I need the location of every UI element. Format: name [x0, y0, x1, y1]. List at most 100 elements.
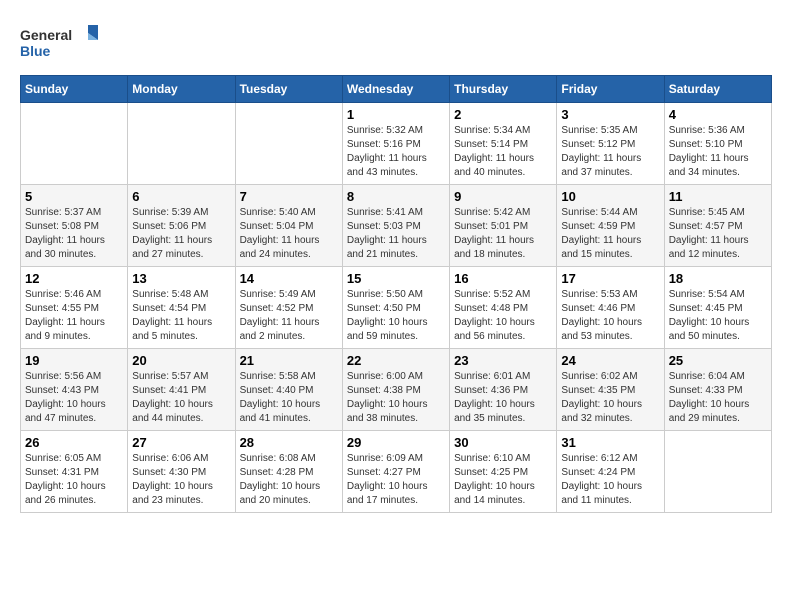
day-number: 4 [669, 107, 767, 122]
day-number: 23 [454, 353, 552, 368]
calendar-cell: 20Sunrise: 5:57 AM Sunset: 4:41 PM Dayli… [128, 349, 235, 431]
day-number: 14 [240, 271, 338, 286]
calendar-cell: 10 Sunrise: 5:44 AM Sunset: 4:59 PM Dayli… [557, 185, 664, 267]
day-number: 12 [25, 271, 123, 286]
svg-text:General: General [20, 27, 72, 43]
calendar-cell: 30Sunrise: 6:10 AM Sunset: 4:25 PM Dayli… [450, 431, 557, 513]
calendar-cell [21, 103, 128, 185]
calendar-cell: 29Sunrise: 6:09 AM Sunset: 4:27 PM Dayli… [342, 431, 449, 513]
day-info: Sunrise: 5:44 AM Sunset: 4:59 PM Dayligh… [561, 206, 659, 262]
day-info: Sunrise: 6:01 AM Sunset: 4:36 PM Dayligh… [454, 370, 552, 426]
day-info: Sunrise: 6:12 AM Sunset: 4:24 PM Dayligh… [561, 452, 659, 508]
calendar-cell: 6 Sunrise: 5:39 AM Sunset: 5:06 PM Daylig… [128, 185, 235, 267]
day-number: 6 [132, 189, 230, 204]
day-number: 25 [669, 353, 767, 368]
day-info: Sunrise: 5:53 AM Sunset: 4:46 PM Dayligh… [561, 288, 659, 344]
day-info: Sunrise: 5:50 AM Sunset: 4:50 PM Dayligh… [347, 288, 445, 344]
day-info: Sunrise: 5:42 AM Sunset: 5:01 PM Dayligh… [454, 206, 552, 262]
day-info: Sunrise: 6:04 AM Sunset: 4:33 PM Dayligh… [669, 370, 767, 426]
day-info: Sunrise: 5:46 AM Sunset: 4:55 PM Dayligh… [25, 288, 123, 344]
day-number: 26 [25, 435, 123, 450]
day-info: Sunrise: 5:39 AM Sunset: 5:06 PM Dayligh… [132, 206, 230, 262]
day-number: 2 [454, 107, 552, 122]
day-number: 7 [240, 189, 338, 204]
day-info: Sunrise: 6:00 AM Sunset: 4:38 PM Dayligh… [347, 370, 445, 426]
day-info: Sunrise: 5:48 AM Sunset: 4:54 PM Dayligh… [132, 288, 230, 344]
calendar-cell: 9 Sunrise: 5:42 AM Sunset: 5:01 PM Daylig… [450, 185, 557, 267]
calendar-cell: 3 Sunrise: 5:35 AM Sunset: 5:12 PM Daylig… [557, 103, 664, 185]
day-info: Sunrise: 5:49 AM Sunset: 4:52 PM Dayligh… [240, 288, 338, 344]
calendar-cell: 13 Sunrise: 5:48 AM Sunset: 4:54 PM Dayli… [128, 267, 235, 349]
calendar-cell: 15 Sunrise: 5:50 AM Sunset: 4:50 PM Dayli… [342, 267, 449, 349]
day-number: 28 [240, 435, 338, 450]
day-info: Sunrise: 5:41 AM Sunset: 5:03 PM Dayligh… [347, 206, 445, 262]
day-info: Sunrise: 5:40 AM Sunset: 5:04 PM Dayligh… [240, 206, 338, 262]
calendar-cell: 18 Sunrise: 5:54 AM Sunset: 4:45 PM Dayli… [664, 267, 771, 349]
svg-text:Blue: Blue [20, 43, 51, 59]
header-cell-wednesday: Wednesday [342, 76, 449, 103]
calendar-cell [235, 103, 342, 185]
calendar-header: SundayMondayTuesdayWednesdayThursdayFrid… [21, 76, 772, 103]
day-number: 5 [25, 189, 123, 204]
calendar-cell: 16 Sunrise: 5:52 AM Sunset: 4:48 PM Dayli… [450, 267, 557, 349]
day-number: 27 [132, 435, 230, 450]
day-info: Sunrise: 6:06 AM Sunset: 4:30 PM Dayligh… [132, 452, 230, 508]
day-number: 24 [561, 353, 659, 368]
day-number: 9 [454, 189, 552, 204]
day-info: Sunrise: 5:37 AM Sunset: 5:08 PM Dayligh… [25, 206, 123, 262]
calendar-cell: 11 Sunrise: 5:45 AM Sunset: 4:57 PM Dayli… [664, 185, 771, 267]
calendar-cell: 28 Sunrise: 6:08 AM Sunset: 4:28 PM Dayli… [235, 431, 342, 513]
day-number: 17 [561, 271, 659, 286]
day-number: 10 [561, 189, 659, 204]
calendar-cell: 19 Sunrise: 5:56 AM Sunset: 4:43 PM Dayli… [21, 349, 128, 431]
calendar-cell: 26Sunrise: 6:05 AM Sunset: 4:31 PM Dayli… [21, 431, 128, 513]
header-cell-tuesday: Tuesday [235, 76, 342, 103]
calendar-week-5: 26Sunrise: 6:05 AM Sunset: 4:31 PM Dayli… [21, 431, 772, 513]
calendar-cell: 14 Sunrise: 5:49 AM Sunset: 4:52 PM Dayli… [235, 267, 342, 349]
calendar-cell: 8 Sunrise: 5:41 AM Sunset: 5:03 PM Daylig… [342, 185, 449, 267]
day-info: Sunrise: 5:35 AM Sunset: 5:12 PM Dayligh… [561, 124, 659, 180]
day-number: 22 [347, 353, 445, 368]
day-info: Sunrise: 5:58 AM Sunset: 4:40 PM Dayligh… [240, 370, 338, 426]
day-number: 31 [561, 435, 659, 450]
logo-svg: General Blue [20, 20, 100, 65]
header-cell-saturday: Saturday [664, 76, 771, 103]
day-number: 30 [454, 435, 552, 450]
logo: General Blue [20, 20, 100, 65]
calendar-cell: 27 Sunrise: 6:06 AM Sunset: 4:30 PM Dayli… [128, 431, 235, 513]
calendar-cell: 5 Sunrise: 5:37 AM Sunset: 5:08 PM Daylig… [21, 185, 128, 267]
calendar-table: SundayMondayTuesdayWednesdayThursdayFrid… [20, 75, 772, 513]
calendar-week-1: 1Sunrise: 5:32 AM Sunset: 5:16 PM Daylig… [21, 103, 772, 185]
calendar-cell: 22 Sunrise: 6:00 AM Sunset: 4:38 PM Dayli… [342, 349, 449, 431]
day-info: Sunrise: 5:56 AM Sunset: 4:43 PM Dayligh… [25, 370, 123, 426]
header-cell-monday: Monday [128, 76, 235, 103]
day-number: 1 [347, 107, 445, 122]
header-row: SundayMondayTuesdayWednesdayThursdayFrid… [21, 76, 772, 103]
day-number: 15 [347, 271, 445, 286]
day-info: Sunrise: 5:52 AM Sunset: 4:48 PM Dayligh… [454, 288, 552, 344]
day-info: Sunrise: 5:34 AM Sunset: 5:14 PM Dayligh… [454, 124, 552, 180]
day-info: Sunrise: 5:45 AM Sunset: 4:57 PM Dayligh… [669, 206, 767, 262]
calendar-cell [128, 103, 235, 185]
calendar-cell: 21Sunrise: 5:58 AM Sunset: 4:40 PM Dayli… [235, 349, 342, 431]
header-cell-friday: Friday [557, 76, 664, 103]
day-info: Sunrise: 6:09 AM Sunset: 4:27 PM Dayligh… [347, 452, 445, 508]
day-info: Sunrise: 5:36 AM Sunset: 5:10 PM Dayligh… [669, 124, 767, 180]
calendar-cell: 25 Sunrise: 6:04 AM Sunset: 4:33 PM Dayli… [664, 349, 771, 431]
calendar-week-3: 12 Sunrise: 5:46 AM Sunset: 4:55 PM Dayli… [21, 267, 772, 349]
day-number: 8 [347, 189, 445, 204]
day-number: 19 [25, 353, 123, 368]
calendar-cell [664, 431, 771, 513]
calendar-week-4: 19 Sunrise: 5:56 AM Sunset: 4:43 PM Dayli… [21, 349, 772, 431]
day-number: 11 [669, 189, 767, 204]
day-info: Sunrise: 5:54 AM Sunset: 4:45 PM Dayligh… [669, 288, 767, 344]
calendar-cell: 4 Sunrise: 5:36 AM Sunset: 5:10 PM Daylig… [664, 103, 771, 185]
calendar-cell: 7 Sunrise: 5:40 AM Sunset: 5:04 PM Daylig… [235, 185, 342, 267]
day-info: Sunrise: 6:08 AM Sunset: 4:28 PM Dayligh… [240, 452, 338, 508]
day-number: 3 [561, 107, 659, 122]
day-number: 13 [132, 271, 230, 286]
day-info: Sunrise: 6:02 AM Sunset: 4:35 PM Dayligh… [561, 370, 659, 426]
day-number: 18 [669, 271, 767, 286]
header-cell-sunday: Sunday [21, 76, 128, 103]
day-number: 16 [454, 271, 552, 286]
